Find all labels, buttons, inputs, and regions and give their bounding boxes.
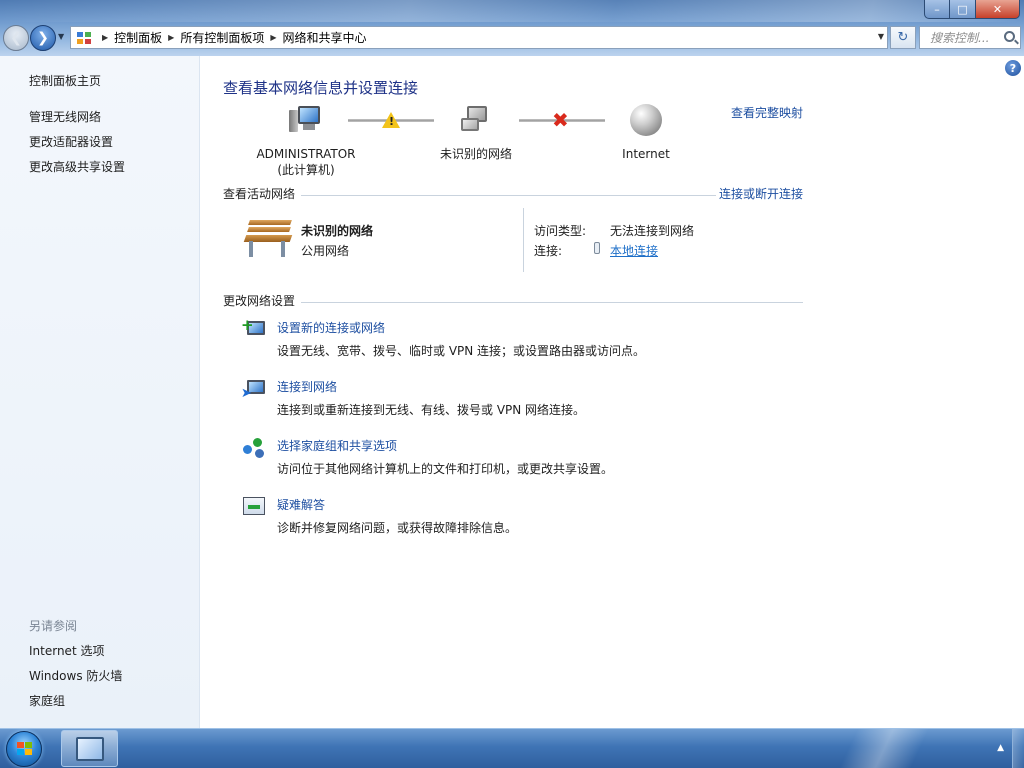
taskbar-control-panel-button[interactable] [61,730,118,767]
task-new-connection-link[interactable]: 设置新的连接或网络 [277,319,385,336]
new-connection-icon: + [241,318,267,342]
public-network-bench-icon [243,217,293,261]
search-input[interactable]: 搜索控制... [919,26,1021,49]
task-troubleshoot-link[interactable]: 疑难解答 [277,496,325,513]
help-icon: ? [1009,61,1017,75]
back-button[interactable]: ❮ [3,25,29,51]
disconnected-x-icon[interactable]: ✖ [552,110,569,130]
network-icon [459,104,493,134]
breadcrumb-all-items[interactable]: 所有控制面板项 [180,29,264,46]
map-node-network[interactable]: 未识别的网络 [421,104,531,162]
control-panel-icon [76,737,104,761]
access-type-label: 访问类型: [534,224,587,238]
sidebar-item-home[interactable]: 控制面板主页 [29,72,101,89]
show-desktop-button[interactable] [1012,729,1024,768]
task-troubleshoot-desc: 诊断并修复网络问题，或获得故障排除信息。 [277,521,518,535]
page-title: 查看基本网络信息并设置连接 [223,79,419,97]
task-homegroup-link[interactable]: 选择家庭组和共享选项 [277,437,397,454]
help-button[interactable]: ? [1005,60,1021,76]
chevron-right-icon[interactable]: ▶ [168,33,174,42]
computer-subtitle: (此计算机) [277,163,335,177]
start-button[interactable] [6,731,42,767]
refresh-button[interactable]: ↻ [890,26,916,49]
minimize-button[interactable]: – [924,0,950,19]
sidebar: 控制面板主页 管理无线网络 更改适配器设置 更改高级共享设置 另请参阅 Inte… [0,56,200,728]
task-homegroup-desc: 访问位于其他网络计算机上的文件和打印机，或更改共享设置。 [277,462,614,476]
breadcrumb-network-center[interactable]: 网络和共享中心 [283,29,367,46]
active-network-name: 未识别的网络 [301,224,374,238]
taskbar: ▲ [0,728,1024,768]
maximize-button[interactable]: □ [950,0,976,19]
control-panel-icon [76,30,92,46]
internet-label: Internet [622,147,670,161]
breadcrumb-control-panel[interactable]: 控制面板 [114,29,162,46]
task-connect-network-desc: 连接到或重新连接到无线、有线、拨号或 VPN 网络连接。 [277,403,586,417]
search-placeholder: 搜索控制... [930,31,990,45]
section-divider [301,302,803,303]
task-new-connection-desc: 设置无线、宽带、拨号、临时或 VPN 连接；或设置路由器或访问点。 [277,344,646,358]
refresh-icon: ↻ [897,30,909,45]
task-connect-network-link[interactable]: 连接到网络 [277,378,337,395]
troubleshoot-icon [241,495,267,519]
sidebar-item-advanced-sharing[interactable]: 更改高级共享设置 [29,158,125,175]
chevron-right-icon[interactable]: ▶ [102,33,108,42]
show-hidden-icons-icon[interactable]: ▲ [997,743,1004,753]
full-map-link[interactable]: 查看完整映射 [731,104,803,121]
connect-disconnect-link[interactable]: 连接或断开连接 [716,185,804,202]
sidebar-item-firewall[interactable]: Windows 防火墙 [29,667,122,684]
window-controls: – □ ✕ [924,0,1020,19]
window-frame: – □ ✕ ❮ ❯ ▼ ▶ 控制面板 ▶ 所有控制面板项 ▶ 网络和共享中心 ▼… [0,0,1024,56]
homegroup-sharing-icon [241,436,267,460]
warning-symbol: ! [389,115,395,128]
globe-icon [630,104,662,136]
navigation-bar: ❮ ❯ ▼ ▶ 控制面板 ▶ 所有控制面板项 ▶ 网络和共享中心 ▼ ↻ 搜索控… [0,22,1024,54]
map-node-internet[interactable]: Internet [591,104,701,162]
local-connection-link[interactable]: 本地连接 [610,242,658,259]
ethernet-plug-icon [594,242,606,256]
active-network-type[interactable]: 公用网络 [301,242,349,259]
main-content: ? 查看基本网络信息并设置连接 查看完整映射 ADMINISTRATOR (此计… [201,56,1024,728]
sidebar-item-internet-options[interactable]: Internet 选项 [29,642,104,659]
chevron-right-icon[interactable]: ▶ [270,33,276,42]
search-icon [1004,31,1015,42]
sidebar-item-homegroup[interactable]: 家庭组 [29,692,65,709]
map-node-computer[interactable]: ADMINISTRATOR (此计算机) [251,104,361,178]
address-bar[interactable]: ▶ 控制面板 ▶ 所有控制面板项 ▶ 网络和共享中心 ▼ [70,26,888,49]
network-label: 未识别的网络 [439,147,512,161]
connection-label: 连接: [534,244,563,258]
forward-button[interactable]: ❯ [30,25,56,51]
see-also-heading: 另请参阅 [29,619,78,633]
sidebar-item-manage-wireless[interactable]: 管理无线网络 [29,108,101,125]
change-settings-heading: 更改网络设置 [223,294,296,308]
chevron-down-icon[interactable]: ▼ [878,32,884,41]
access-type-value: 无法连接到网络 [610,224,695,238]
close-button[interactable]: ✕ [976,0,1020,19]
vertical-divider [523,208,524,272]
computer-icon [289,104,323,134]
recent-pages-dropdown[interactable]: ▼ [58,32,64,41]
arrow-left-icon: ❮ [10,30,22,46]
connect-network-icon: ➤ [241,377,267,401]
arrow-right-icon: ❯ [37,30,49,46]
windows-logo-icon [17,742,33,756]
sidebar-item-adapter-settings[interactable]: 更改适配器设置 [29,133,113,150]
computer-name: ADMINISTRATOR [256,147,356,161]
active-networks-heading: 查看活动网络 [223,187,296,201]
